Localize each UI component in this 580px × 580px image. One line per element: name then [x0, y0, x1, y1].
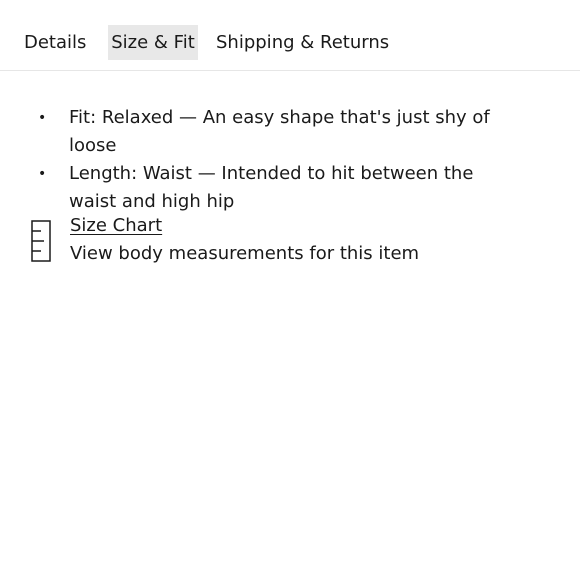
- list-item: • Length: Waist — Intended to hit betwee…: [0, 160, 560, 216]
- ruler-icon: [31, 220, 51, 262]
- fit-details-list: • Fit: Relaxed — An easy shape that's ju…: [0, 104, 560, 216]
- list-item: • Fit: Relaxed — An easy shape that's ju…: [0, 104, 560, 160]
- tab-size-fit[interactable]: Size & Fit: [108, 25, 198, 60]
- size-chart-description: View body measurements for this item: [70, 243, 420, 264]
- product-info-tabs: Details Size & Fit Shipping & Returns: [0, 0, 580, 71]
- tab-details[interactable]: Details: [24, 25, 86, 60]
- length-item-text: Length: Waist — Intended to hit between …: [69, 163, 474, 212]
- size-fit-panel: Details Size & Fit Shipping & Returns • …: [0, 0, 580, 580]
- tab-shipping-returns[interactable]: Shipping & Returns: [216, 25, 389, 60]
- fit-item-text: Fit: Relaxed — An easy shape that's just…: [69, 107, 490, 156]
- bullet-icon: •: [38, 110, 47, 126]
- bullet-icon: •: [38, 166, 47, 182]
- size-chart-link[interactable]: Size Chart: [70, 212, 162, 240]
- size-chart-section: Size Chart View body measurements for th…: [0, 212, 580, 272]
